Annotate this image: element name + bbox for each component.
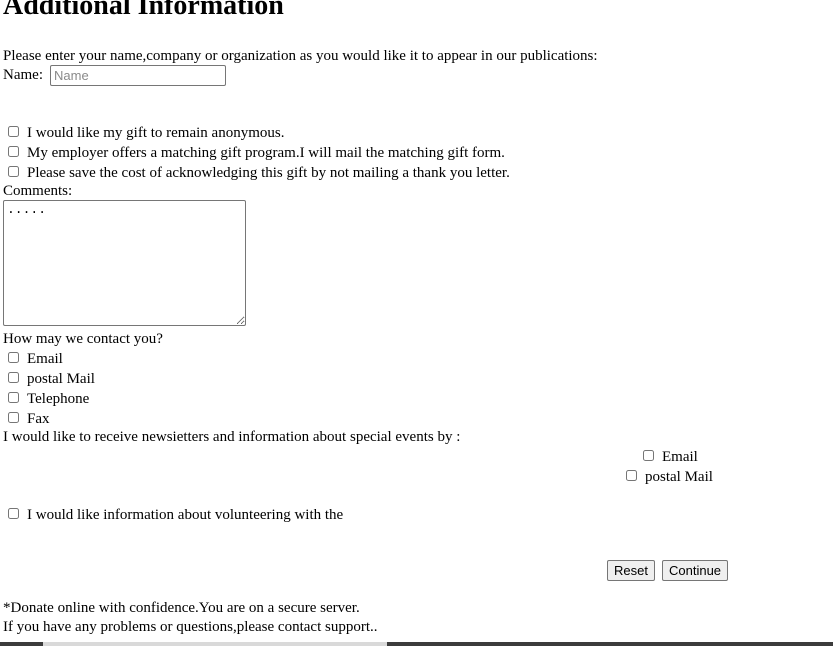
volunteer-label: I would like information about volunteer… [27, 507, 344, 523]
name-prompt: Please enter your name,company or organi… [3, 48, 598, 64]
horizontal-scrollbar[interactable] [0, 642, 833, 646]
matching-gift-label: My employer offers a matching gift progr… [27, 145, 505, 161]
contact-fax-checkbox[interactable] [8, 412, 19, 423]
contact-postal-mail-label: postal Mail [27, 371, 95, 387]
name-label: Name: [3, 67, 43, 83]
comments-label: Comments: [3, 183, 73, 199]
newsletter-prompt: I would like to receive newsietters and … [3, 429, 461, 445]
reset-button[interactable]: Reset [607, 560, 655, 581]
no-thank-you-letter-checkbox[interactable] [8, 166, 19, 177]
newsletter-postal-mail-checkbox[interactable] [626, 470, 637, 481]
no-thank-you-letter-label: Please save the cost of acknowledging th… [27, 165, 510, 181]
newsletter-postal-mail-label: postal Mail [645, 469, 713, 485]
secure-server-note: *Donate online with confidence.You are o… [3, 600, 360, 616]
scrollbar-thumb[interactable] [387, 642, 438, 646]
name-input[interactable] [50, 65, 226, 86]
scrollbar-right-segment [438, 642, 833, 646]
contact-prompt: How may we contact you? [3, 331, 163, 347]
contact-telephone-checkbox[interactable] [8, 392, 19, 403]
matching-gift-checkbox[interactable] [8, 146, 19, 157]
contact-email-label: Email [27, 351, 63, 367]
contact-email-checkbox[interactable] [8, 352, 19, 363]
volunteer-checkbox[interactable] [8, 508, 19, 519]
scrollbar-left-segment [0, 642, 43, 646]
anonymous-label: I would like my gift to remain anonymous… [27, 125, 285, 141]
contact-fax-label: Fax [27, 411, 50, 427]
anonymous-checkbox[interactable] [8, 126, 19, 137]
page-title: Additional Information [3, 0, 284, 21]
contact-telephone-label: Telephone [27, 391, 90, 407]
comments-textarea[interactable]: ..... [3, 200, 246, 326]
newsletter-email-checkbox[interactable] [643, 450, 654, 461]
continue-button[interactable]: Continue [662, 560, 729, 581]
contact-postal-mail-checkbox[interactable] [8, 372, 19, 383]
support-note: If you have any problems or questions,pl… [3, 619, 378, 635]
newsletter-email-label: Email [662, 449, 698, 465]
